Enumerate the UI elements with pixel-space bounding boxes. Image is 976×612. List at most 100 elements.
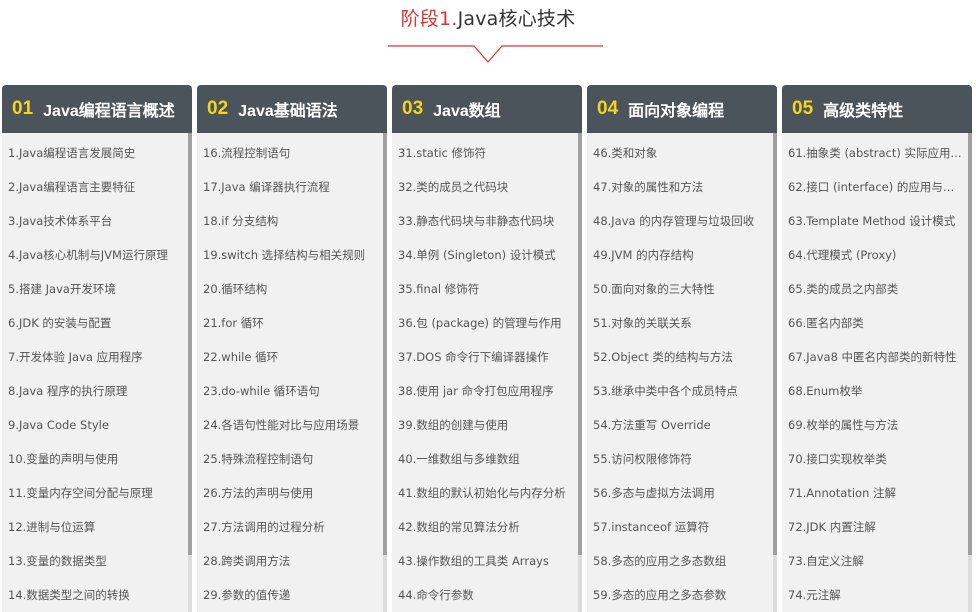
topic-item[interactable]: 40.一维数组与多维数组 xyxy=(398,442,574,476)
column-title: 高级类特性 xyxy=(823,103,904,120)
topic-item[interactable]: 39.数组的创建与使用 xyxy=(398,408,574,442)
topic-item[interactable]: 3.Java技术体系平台 xyxy=(8,204,184,238)
course-column-04: 04 面向对象编程 46.类和对象 47.对象的属性和方法 48.Java 的内存管理与… xyxy=(587,85,777,612)
topic-item[interactable]: 18.if 分支结构 xyxy=(203,204,379,238)
topic-item[interactable]: 23.do-while 循环语句 xyxy=(203,374,379,408)
topic-list[interactable]: 1.Java编程语言发展简史 2.Java编程语言主要特征 3.Java技术体系平台… xyxy=(2,133,192,612)
topic-item[interactable]: 11.变量内存空间分配与原理 xyxy=(8,476,184,510)
topic-item[interactable]: 5.搭建 Java开发环境 xyxy=(8,272,184,306)
topic-item[interactable]: 64.代理模式 (Proxy) xyxy=(788,238,964,272)
topic-item[interactable]: 54.方法重写 Override xyxy=(593,408,769,442)
topic-item[interactable]: 1.Java编程语言发展简史 xyxy=(8,136,184,170)
topic-item[interactable]: 62.接口 (interface) 的应用与常... xyxy=(788,170,964,204)
topic-item[interactable]: 71.Annotation 注解 xyxy=(788,476,964,510)
column-title: 面向对象编程 xyxy=(628,103,725,120)
topic-item[interactable]: 63.Template Method 设计模式 xyxy=(788,204,964,238)
topic-item[interactable]: 34.单例 (Singleton) 设计模式 xyxy=(398,238,574,272)
topic-item[interactable]: 14.数据类型之间的转换 xyxy=(8,578,184,612)
topic-item[interactable]: 35.final 修饰符 xyxy=(398,272,574,306)
topic-item[interactable]: 24.各语句性能对比与应用场景 xyxy=(203,408,379,442)
topic-item[interactable]: 19.switch 选择结构与相关规则 xyxy=(203,238,379,272)
course-column-05: 05 高级类特性 61.抽象类 (abstract) 实际应用... 62.接口 (i… xyxy=(782,85,972,612)
column-header: 01 Java编程语言概述 xyxy=(2,85,192,133)
topic-item[interactable]: 2.Java编程语言主要特征 xyxy=(8,170,184,204)
topic-item[interactable]: 16.流程控制语句 xyxy=(203,136,379,170)
topic-list[interactable]: 61.抽象类 (abstract) 实际应用... 62.接口 (interfac… xyxy=(782,133,972,612)
topic-item[interactable]: 73.自定义注解 xyxy=(788,544,964,578)
topic-item[interactable]: 33.静态代码块与非静态代码块 xyxy=(398,204,574,238)
topic-item[interactable]: 20.循环结构 xyxy=(203,272,379,306)
scrollbar-thumb[interactable] xyxy=(773,133,777,555)
column-number: 02 xyxy=(207,98,229,119)
topic-item[interactable]: 37.DOS 命令行下编译器操作 xyxy=(398,340,574,374)
topic-item[interactable]: 47.对象的属性和方法 xyxy=(593,170,769,204)
topic-item[interactable]: 17.Java 编译器执行流程 xyxy=(203,170,379,204)
column-title: Java数组 xyxy=(433,103,501,120)
column-number: 04 xyxy=(597,98,619,119)
topic-item[interactable]: 13.变量的数据类型 xyxy=(8,544,184,578)
topic-item[interactable]: 59.多态的应用之多态参数 xyxy=(593,578,769,612)
scrollbar-thumb[interactable] xyxy=(188,133,192,555)
topic-item[interactable]: 26.方法的声明与使用 xyxy=(203,476,379,510)
topic-list[interactable]: 31.static 修饰符 32.类的成员之代码块 33.静态代码块与非静态代码块 3… xyxy=(392,133,582,612)
topic-item[interactable]: 42.数组的常见算法分析 xyxy=(398,510,574,544)
topic-item[interactable]: 27.方法调用的过程分析 xyxy=(203,510,379,544)
topic-item[interactable]: 25.特殊流程控制语句 xyxy=(203,442,379,476)
topic-item[interactable]: 7.开发体验 Java 应用程序 xyxy=(8,340,184,374)
topic-item[interactable]: 29.参数的值传递 xyxy=(203,578,379,612)
topic-item[interactable]: 43.操作数组的工具类 Arrays xyxy=(398,544,574,578)
topic-item[interactable]: 72.JDK 内置注解 xyxy=(788,510,964,544)
topic-item[interactable]: 22.while 循环 xyxy=(203,340,379,374)
column-number: 05 xyxy=(792,98,814,119)
topic-item[interactable]: 10.变量的声明与使用 xyxy=(8,442,184,476)
topic-item[interactable]: 48.Java 的内存管理与垃圾回收 xyxy=(593,204,769,238)
topic-item[interactable]: 65.类的成员之内部类 xyxy=(788,272,964,306)
topic-item[interactable]: 41.数组的默认初始化与内存分析 xyxy=(398,476,574,510)
topic-item[interactable]: 36.包 (package) 的管理与作用 xyxy=(398,306,574,340)
topic-item[interactable]: 49.JVM 的内存结构 xyxy=(593,238,769,272)
topic-item[interactable]: 38.使用 jar 命令打包应用程序 xyxy=(398,374,574,408)
topic-item[interactable]: 55.访问权限修饰符 xyxy=(593,442,769,476)
stage-header: 阶段1.Java核心技术 xyxy=(0,0,976,70)
course-column-03: 03 Java数组 31.static 修饰符 32.类的成员之代码块 33.静态代码块… xyxy=(392,85,582,612)
topic-item[interactable]: 6.JDK 的安装与配置 xyxy=(8,306,184,340)
column-number: 03 xyxy=(402,98,424,119)
topic-item[interactable]: 9.Java Code Style xyxy=(8,408,184,442)
topic-list[interactable]: 16.流程控制语句 17.Java 编译器执行流程 18.if 分支结构 19.swi… xyxy=(197,133,387,612)
topic-item[interactable]: 12.进制与位运算 xyxy=(8,510,184,544)
topic-item[interactable]: 46.类和对象 xyxy=(593,136,769,170)
topic-item[interactable]: 56.多态与虚拟方法调用 xyxy=(593,476,769,510)
title-underline-chevron xyxy=(388,45,603,63)
column-title: Java基础语法 xyxy=(238,103,338,120)
scrollbar-thumb[interactable] xyxy=(383,133,387,555)
topic-item[interactable]: 44.命令行参数 xyxy=(398,578,574,612)
course-column-02: 02 Java基础语法 16.流程控制语句 17.Java 编译器执行流程 18.if … xyxy=(197,85,387,612)
topic-item[interactable]: 51.对象的关联关系 xyxy=(593,306,769,340)
topic-list[interactable]: 46.类和对象 47.对象的属性和方法 48.Java 的内存管理与垃圾回收 49.J… xyxy=(587,133,777,612)
topic-item[interactable]: 8.Java 程序的执行原理 xyxy=(8,374,184,408)
topic-item[interactable]: 67.Java8 中匿名内部类的新特性 xyxy=(788,340,964,374)
scrollbar-thumb[interactable] xyxy=(968,133,972,555)
topic-item[interactable]: 50.面向对象的三大特性 xyxy=(593,272,769,306)
topic-item[interactable]: 61.抽象类 (abstract) 实际应用... xyxy=(788,136,964,170)
topic-item[interactable]: 70.接口实现枚举类 xyxy=(788,442,964,476)
topic-item[interactable]: 52.Object 类的结构与方法 xyxy=(593,340,769,374)
topic-item[interactable]: 66.匿名内部类 xyxy=(788,306,964,340)
column-header: 02 Java基础语法 xyxy=(197,85,387,133)
column-title: Java编程语言概述 xyxy=(43,103,175,120)
topic-item[interactable]: 74.元注解 xyxy=(788,578,964,612)
topic-item[interactable]: 21.for 循环 xyxy=(203,306,379,340)
topic-item[interactable]: 58.多态的应用之多态数组 xyxy=(593,544,769,578)
topic-item[interactable]: 28.跨类调用方法 xyxy=(203,544,379,578)
scrollbar-thumb[interactable] xyxy=(578,133,582,555)
course-column-01: 01 Java编程语言概述 1.Java编程语言发展简史 2.Java编程语言主要特征… xyxy=(2,85,192,612)
topic-item[interactable]: 68.Enum枚举 xyxy=(788,374,964,408)
column-header: 05 高级类特性 xyxy=(782,85,972,133)
topic-item[interactable]: 32.类的成员之代码块 xyxy=(398,170,574,204)
topic-item[interactable]: 69.枚举的属性与方法 xyxy=(788,408,964,442)
topic-item[interactable]: 4.Java核心机制与JVM运行原理 xyxy=(8,238,184,272)
topic-item[interactable]: 53.继承中类中各个成员特点 xyxy=(593,374,769,408)
column-header: 03 Java数组 xyxy=(392,85,582,133)
topic-item[interactable]: 57.instanceof 运算符 xyxy=(593,510,769,544)
topic-item[interactable]: 31.static 修饰符 xyxy=(398,136,574,170)
